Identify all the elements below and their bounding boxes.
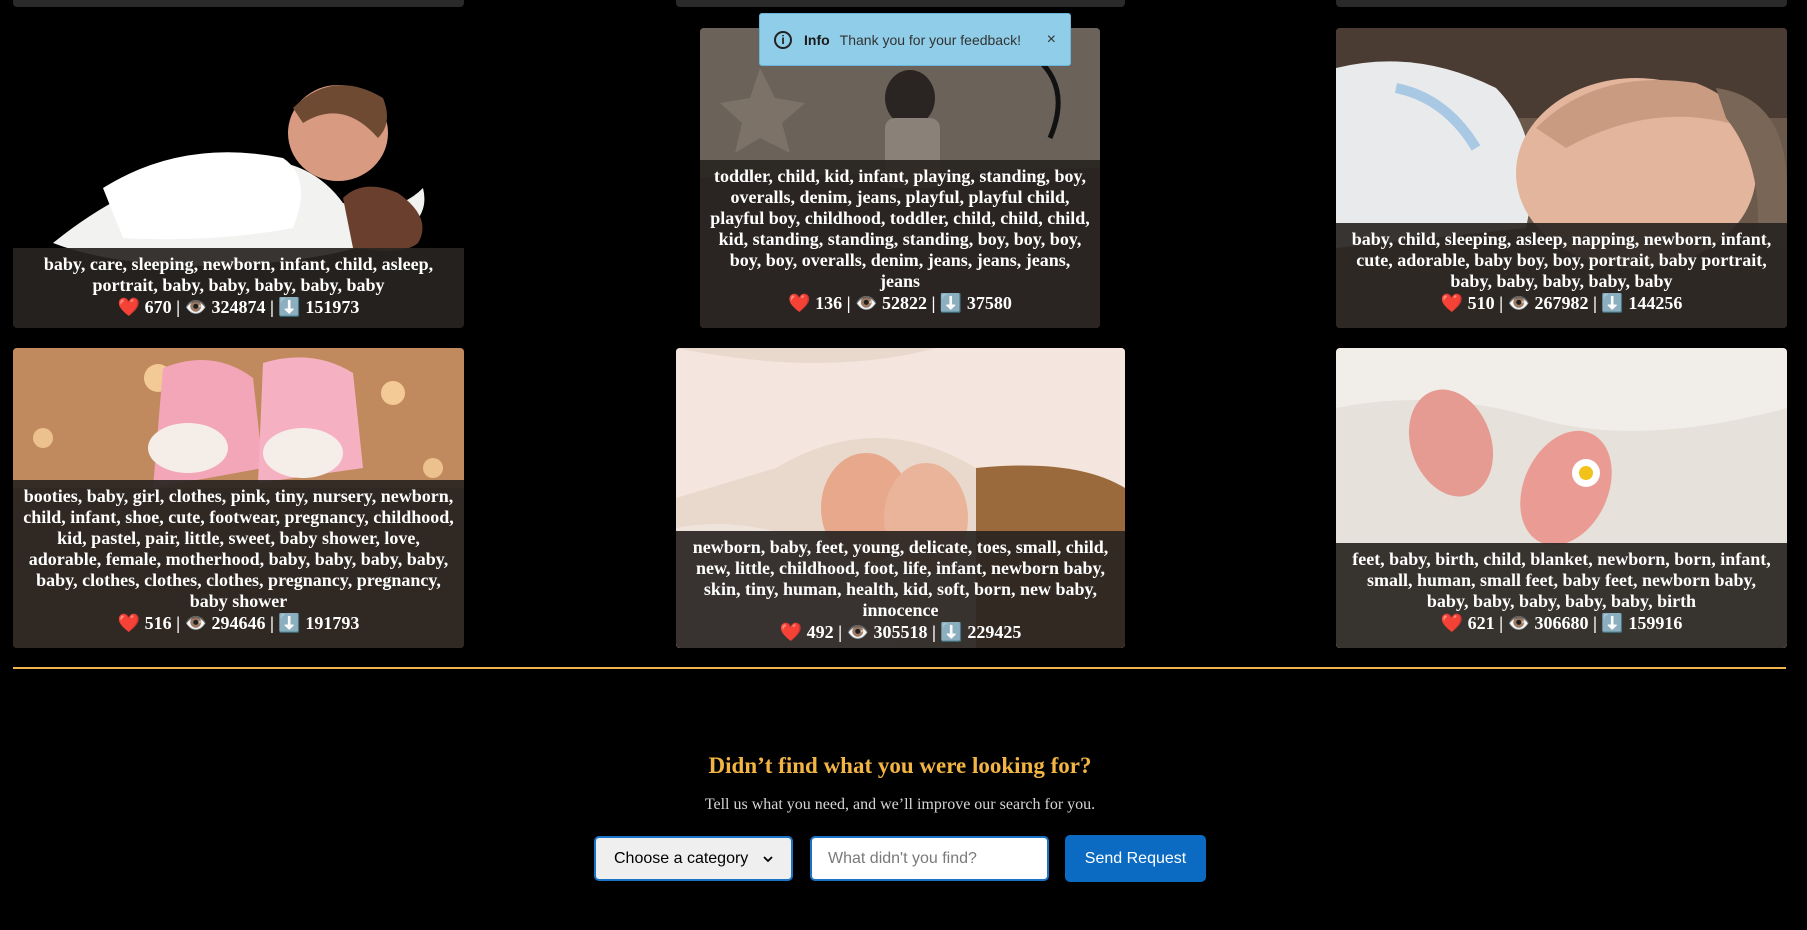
image-caption: feet, baby, birth, child, blanket, newbo… (1336, 543, 1787, 648)
image-card[interactable]: baby, child, sleeping, asleep, napping, … (1336, 28, 1787, 328)
previous-row-card-edge (1336, 0, 1787, 7)
image-caption: toddler, child, kid, infant, playing, st… (700, 160, 1100, 328)
image-stats: ❤️ 670 | 👁️ 324874 | ⬇️ 151973 (117, 297, 360, 317)
image-card[interactable]: baby, care, sleeping, newborn, infant, c… (13, 28, 464, 328)
image-tags: newborn, baby, feet, young, delicate, to… (692, 537, 1109, 620)
image-caption: newborn, baby, feet, young, delicate, to… (676, 531, 1125, 648)
send-request-button[interactable]: Send Request (1065, 835, 1206, 882)
image-card[interactable]: newborn, baby, feet, young, delicate, to… (676, 348, 1125, 648)
image-caption: baby, child, sleeping, asleep, napping, … (1336, 223, 1787, 328)
info-icon: i (774, 30, 792, 49)
previous-row-card-edge (676, 0, 1125, 7)
feedback-heading: Didn’t find what you were looking for? (708, 753, 1092, 778)
image-tags: toddler, child, kid, infant, playing, st… (710, 166, 1090, 291)
image-tags: booties, baby, girl, clothes, pink, tiny… (23, 486, 454, 611)
category-select[interactable]: Choose a category (594, 836, 793, 881)
image-stats: ❤️ 510 | 👁️ 267982 | ⬇️ 144256 (1440, 293, 1683, 313)
image-caption: baby, care, sleeping, newborn, infant, c… (13, 248, 464, 328)
feedback-subtext: Tell us what you need, and we’ll improve… (704, 796, 1096, 813)
missing-item-placeholder: What didn't you find? (828, 849, 977, 867)
image-card[interactable]: toddler, child, kid, infant, playing, st… (700, 28, 1100, 328)
image-stats: ❤️ 516 | 👁️ 294646 | ⬇️ 191793 (117, 613, 360, 633)
previous-row-card-edge (13, 0, 464, 7)
missing-item-input[interactable]: What didn't you find? (810, 836, 1049, 881)
image-tags: baby, child, sleeping, asleep, napping, … (1351, 229, 1772, 291)
close-icon[interactable]: × (1047, 31, 1056, 49)
image-stats: ❤️ 492 | 👁️ 305518 | ⬇️ 229425 (779, 622, 1022, 642)
toast-message: Thank you for your feedback! (839, 31, 1021, 48)
image-stats: ❤️ 621 | 👁️ 306680 | ⬇️ 159916 (1440, 613, 1683, 633)
chevron-down-icon (763, 855, 773, 862)
image-caption: booties, baby, girl, clothes, pink, tiny… (13, 480, 464, 648)
section-divider (13, 667, 1786, 669)
image-card[interactable]: booties, baby, girl, clothes, pink, tiny… (13, 348, 464, 648)
category-selected-value: Choose a category (614, 849, 749, 867)
info-toast: i Info Thank you for your feedback! × (759, 13, 1071, 66)
toast-title: Info (804, 31, 830, 48)
image-card[interactable]: feet, baby, birth, child, blanket, newbo… (1336, 348, 1787, 648)
image-tags: baby, care, sleeping, newborn, infant, c… (43, 254, 434, 295)
image-stats: ❤️ 136 | 👁️ 52822 | ⬇️ 37580 (788, 293, 1012, 313)
image-tags: feet, baby, birth, child, blanket, newbo… (1352, 549, 1771, 611)
